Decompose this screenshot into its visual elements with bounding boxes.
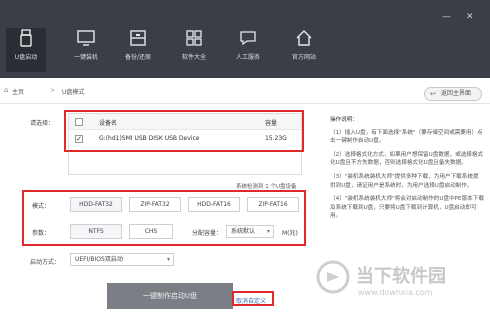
- params-label: 参数：: [32, 230, 51, 237]
- toolbar-website[interactable]: 官方网站: [284, 28, 324, 72]
- breadcrumb-home[interactable]: 主页: [12, 87, 24, 96]
- breadcrumb-separator: >: [50, 87, 56, 94]
- cancel-custom-link[interactable]: 取消自定义: [236, 296, 266, 305]
- toolbar-software[interactable]: 软件大全: [174, 28, 214, 72]
- close-button[interactable]: ✕: [466, 12, 474, 22]
- detected-devices-text: 系统检测到 1 个U盘设备: [236, 184, 297, 190]
- toolbar-usb-boot[interactable]: U盘启动: [6, 28, 46, 72]
- minimize-button[interactable]: —: [442, 12, 451, 22]
- help-step: （2）选择格式化方式，如果用户想保留U盘数据，或选择格式化U盘且不方失数据，否则…: [330, 151, 484, 167]
- toolbar-label: 一键装机: [73, 54, 98, 61]
- toolbar-label: 人工服务: [235, 54, 260, 61]
- help-step: （4）"装机系统装机大师"将会对启动制作的U盘中PE版本下载及系统下载到U盘，只…: [330, 196, 484, 220]
- backup-icon: [130, 30, 146, 46]
- usb-drive-icon: [20, 29, 32, 47]
- help-title: 操作说明：: [330, 117, 358, 123]
- help-step: （3）"装机系统装机大师"提供多种下载，为用户下载系统提供到U盘，请证用户是系统…: [330, 173, 479, 189]
- top-toolbar: U盘启动 一键装机 备份/还原 软件大全 人工服务 官方网站 — ✕: [0, 0, 490, 78]
- toolbar-label: 官方网站: [291, 54, 316, 61]
- chevron-down-icon: ▾: [166, 256, 170, 263]
- boot-mode-select[interactable]: UEFI/BIOS双启动 ▾: [70, 253, 174, 266]
- back-arrow-icon: ↩: [430, 90, 436, 98]
- watermark-title: 当下软件园: [356, 266, 446, 287]
- watermark-url: www.downxia.com: [358, 288, 433, 297]
- device-select-label: 请选择：: [30, 120, 55, 127]
- breadcrumb: ⌂ 主页 > U盘模式: [0, 78, 490, 104]
- toolbar-label: 备份/还原: [124, 54, 152, 61]
- chevron-down-icon: ▾: [266, 228, 270, 235]
- alloc-select[interactable]: 系统默认 ▾: [226, 225, 274, 238]
- boot-mode-value: UEFI/BIOS双启动: [75, 256, 123, 263]
- apps-grid-icon: [186, 30, 202, 46]
- boot-mode-label: 启动方式：: [30, 259, 61, 266]
- fs-chs[interactable]: CHS: [129, 224, 173, 239]
- back-button-label: 返回主界面: [441, 90, 472, 97]
- toolbar-label: U盘启动: [14, 54, 38, 61]
- chat-icon: [240, 31, 256, 46]
- watermark: 当下软件园 www.downxia.com: [312, 258, 490, 318]
- monitor-icon: [77, 30, 95, 46]
- help-panel: 操作说明： （1）插入U盘，有下面选择"系统"（要存储空间或需要用）点击一键制作…: [330, 116, 484, 226]
- toolbar-service[interactable]: 人工服务: [228, 28, 268, 72]
- help-step: （1）插入U盘，有下面选择"系统"（要存储空间或需要用）点击一键制作启动U盘。: [330, 129, 483, 145]
- alloc-value: 系统默认: [231, 228, 256, 235]
- mode-label: 模式：: [32, 203, 51, 210]
- breadcrumb-current: U盘模式: [62, 89, 85, 96]
- toolbar-label: 软件大全: [181, 54, 206, 61]
- alloc-unit: M(兆): [282, 230, 298, 237]
- fs-ntfs[interactable]: NTFS: [70, 224, 122, 239]
- toolbar-install[interactable]: 一键装机: [66, 28, 106, 72]
- mode-zip-fat16[interactable]: ZIP-FAT16: [247, 197, 299, 212]
- back-to-main-button[interactable]: ↩ 返回主界面: [424, 87, 482, 101]
- mode-hdd-fat32[interactable]: HDD-FAT32: [70, 197, 122, 212]
- create-boot-usb-button[interactable]: 一键制作启动U盘: [107, 283, 233, 309]
- toolbar-backup[interactable]: 备份/还原: [118, 28, 158, 72]
- home-icon: [296, 30, 312, 46]
- mode-hdd-fat16[interactable]: HDD-FAT16: [188, 197, 240, 212]
- home-icon: ⌂: [4, 86, 9, 94]
- watermark-logo-icon: [316, 260, 350, 294]
- alloc-label: 分配容量：: [192, 230, 223, 237]
- highlight-device: [64, 110, 304, 152]
- mode-zip-fat32[interactable]: ZIP-FAT32: [129, 197, 181, 212]
